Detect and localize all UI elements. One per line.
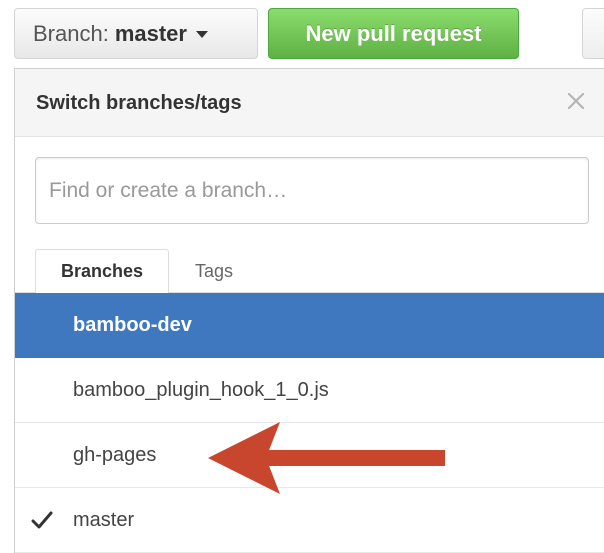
branch-item-label: bamboo_plugin_hook_1_0.js xyxy=(73,378,329,401)
branch-item-label: bamboo-dev xyxy=(73,313,192,336)
branch-prefix-label: Branch: xyxy=(33,20,109,46)
dropdown-header: Switch branches/tags xyxy=(15,69,604,137)
chevron-down-icon xyxy=(195,31,208,38)
branch-item-bamboo-plugin-hook[interactable]: bamboo_plugin_hook_1_0.js xyxy=(15,358,604,423)
branch-item-bamboo-dev[interactable]: bamboo-dev xyxy=(15,293,604,358)
dropdown-title: Switch branches/tags xyxy=(36,92,242,114)
branch-switcher-screenshot: Branch: master New pull request Switch b… xyxy=(0,0,604,553)
close-icon[interactable] xyxy=(563,88,589,114)
red-arrow-icon xyxy=(208,422,445,494)
check-icon xyxy=(31,511,53,529)
new-pull-request-button[interactable]: New pull request xyxy=(268,8,519,59)
current-branch-name: master xyxy=(114,20,187,46)
branch-select-button[interactable]: Branch: master xyxy=(14,8,258,59)
branch-filter-field[interactable] xyxy=(35,157,589,224)
partial-toolbar-button[interactable] xyxy=(582,8,604,59)
branch-search-input[interactable] xyxy=(36,158,588,223)
branch-item-label: gh-pages xyxy=(73,443,157,466)
branch-item-label: master xyxy=(73,508,135,531)
tab-tags[interactable]: Tags xyxy=(179,249,249,293)
ref-tabs: Branches Tags xyxy=(15,249,604,294)
tab-branches[interactable]: Branches xyxy=(35,249,169,294)
